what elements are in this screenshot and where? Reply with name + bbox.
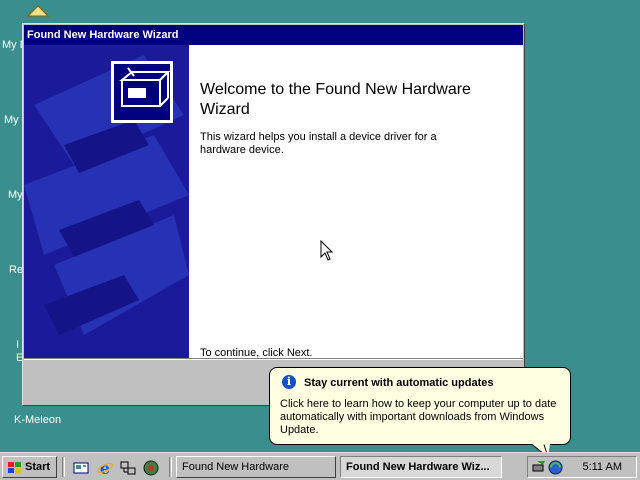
safely-remove-hardware-icon[interactable] bbox=[531, 459, 547, 475]
taskbar-divider bbox=[169, 457, 172, 477]
task-button-found-new-hardware[interactable]: Found New Hardware bbox=[176, 456, 336, 478]
k-meleon-icon[interactable] bbox=[143, 460, 159, 476]
wizard-description: This wizard helps you install a device d… bbox=[200, 131, 437, 156]
desktop-label-recycle-bin[interactable]: Re bbox=[9, 264, 23, 276]
wizard-window: Found New Hardware Wizard Welcome to the… bbox=[22, 23, 525, 406]
windows-logo-icon bbox=[8, 462, 21, 473]
taskbar: Start e Found New Hardware Found New Har… bbox=[0, 452, 640, 480]
start-button[interactable]: Start bbox=[2, 456, 57, 478]
task-button-hardware-wizard[interactable]: Found New Hardware Wiz... bbox=[340, 456, 502, 478]
clock[interactable]: 5:11 AM bbox=[582, 461, 622, 473]
taskbar-divider bbox=[62, 457, 65, 477]
balloon-text[interactable]: Click here to learn how to keep your com… bbox=[280, 398, 565, 437]
hardware-wizard-icon bbox=[111, 61, 173, 123]
network-icon[interactable] bbox=[120, 460, 136, 476]
desktop-label-my-computer[interactable]: My bbox=[4, 114, 19, 126]
wizard-body: Welcome to the Found New Hardware Wizard… bbox=[24, 45, 523, 359]
update-notification-balloon[interactable]: i Stay current with automatic updates Cl… bbox=[269, 367, 571, 445]
mouse-cursor-icon bbox=[320, 240, 334, 261]
balloon-title: Stay current with automatic updates bbox=[304, 377, 494, 389]
wizard-separator bbox=[24, 358, 523, 360]
desktop-label-internet-explorer-1[interactable]: I bbox=[16, 339, 19, 351]
desktop-icon-my-documents[interactable] bbox=[26, 4, 50, 18]
start-label: Start bbox=[25, 461, 51, 473]
show-desktop-icon[interactable] bbox=[73, 460, 89, 476]
internet-explorer-icon[interactable]: e bbox=[97, 460, 113, 476]
wizard-side-banner bbox=[24, 45, 189, 358]
wizard-titlebar[interactable]: Found New Hardware Wizard bbox=[24, 25, 523, 45]
info-icon: i bbox=[282, 375, 296, 389]
desktop-label-my-network[interactable]: My bbox=[8, 189, 23, 201]
desktop-label-k-meleon[interactable]: K-Meleon bbox=[14, 414, 61, 426]
windows-update-icon[interactable] bbox=[548, 460, 563, 475]
wizard-heading: Welcome to the Found New Hardware Wizard bbox=[200, 81, 471, 118]
system-tray: 5:11 AM bbox=[527, 456, 637, 478]
svg-text:e: e bbox=[100, 460, 110, 476]
